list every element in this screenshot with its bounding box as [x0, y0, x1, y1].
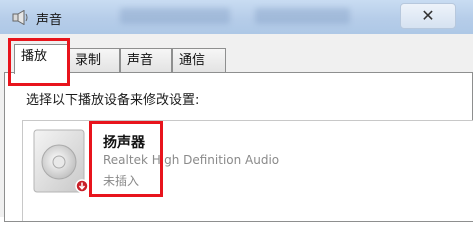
- window-titlebar[interactable]: 声音 ✕: [0, 0, 473, 34]
- title-decoration: [255, 8, 350, 24]
- title-decoration: [120, 8, 230, 24]
- close-button[interactable]: ✕: [400, 3, 456, 29]
- instruction-text: 选择以下播放设备来修改设置:: [26, 93, 200, 108]
- tab-communications[interactable]: 通信: [172, 48, 226, 72]
- device-info-highlight: [89, 121, 163, 197]
- playback-tab-highlight: [8, 38, 70, 86]
- tab-recording[interactable]: 录制: [68, 48, 120, 72]
- speaker-icon: [12, 10, 28, 25]
- tab-sounds[interactable]: 声音: [120, 48, 172, 72]
- window-title: 声音: [36, 13, 63, 28]
- unplugged-badge-icon: [75, 179, 89, 193]
